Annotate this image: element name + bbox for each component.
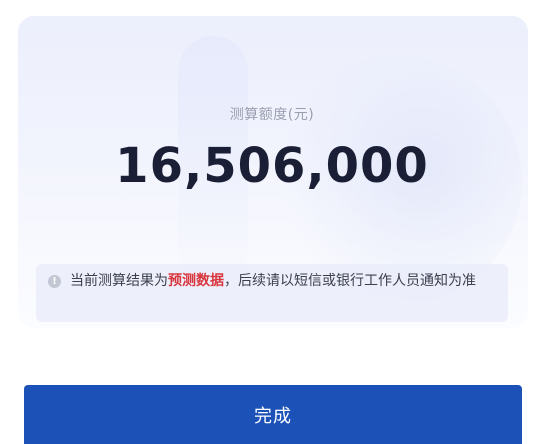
notice-suffix: ，后续请以短信或银行工作人员通知为准 (224, 273, 476, 289)
amount-value: 16,506,000 (115, 138, 429, 194)
notice-text: 当前测算结果为预测数据，后续请以短信或银行工作人员通知为准 (70, 270, 500, 292)
result-page: 测算额度(元) 16,506,000 ! 当前测算结果为预测数据，后续请以短信或… (0, 0, 544, 444)
amount-label: 测算额度(元) (229, 107, 315, 123)
notice-box: ! 当前测算结果为预测数据，后续请以短信或银行工作人员通知为准 (36, 264, 508, 322)
done-button[interactable]: 完成 (24, 385, 522, 444)
notice-highlight: 预测数据 (168, 273, 224, 289)
notice-prefix: 当前测算结果为 (70, 273, 168, 289)
info-icon: ! (48, 275, 61, 288)
